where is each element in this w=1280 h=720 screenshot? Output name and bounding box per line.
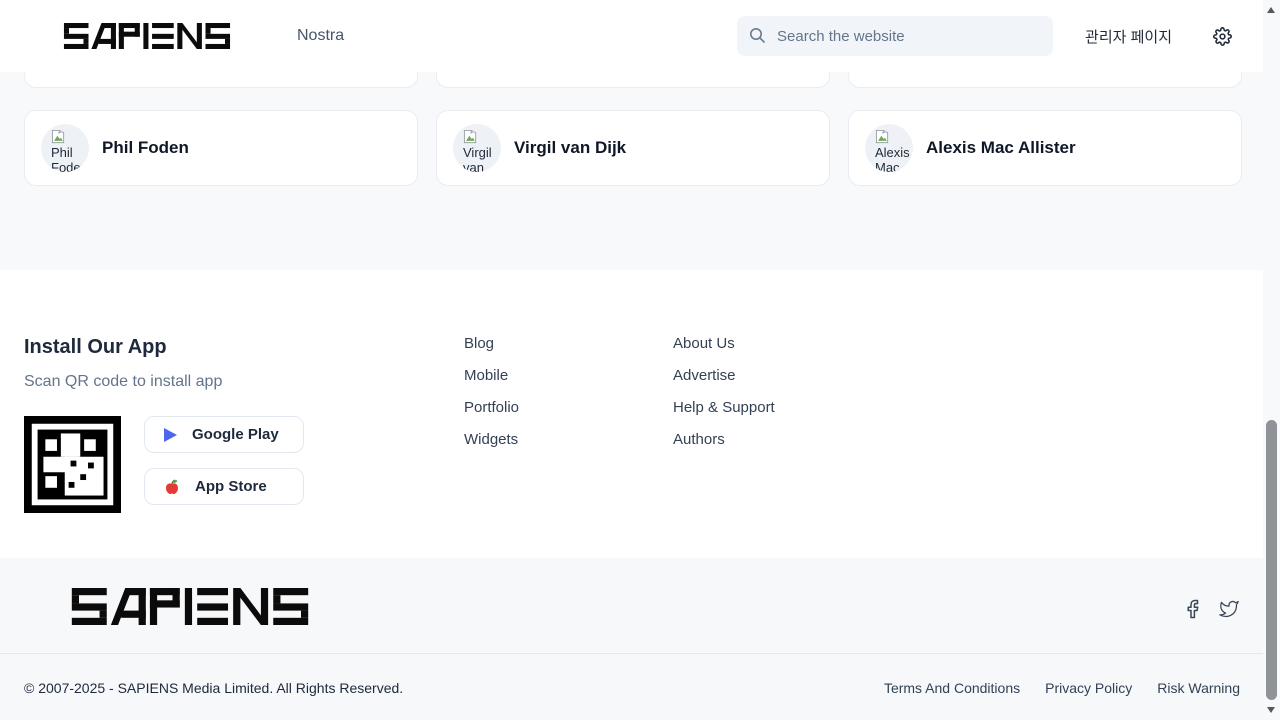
search-box	[737, 16, 1053, 56]
footer-link-widgets[interactable]: Widgets	[464, 432, 649, 448]
twitter-button[interactable]	[1218, 599, 1240, 619]
settings-button[interactable]	[1213, 27, 1232, 46]
install-app-subtitle: Scan QR code to install app	[24, 373, 440, 391]
player-card-phil-foden[interactable]: Phil Foden Phil Foden	[24, 110, 418, 186]
avatar: Virgil van Dijk	[453, 124, 501, 172]
copyright-text: © 2007-2025 - SAPIENS Media Limited. All…	[24, 680, 403, 696]
privacy-policy-link[interactable]: Privacy Policy	[1045, 680, 1132, 696]
avatar: Phil Foden	[41, 124, 89, 172]
facebook-icon	[1183, 599, 1201, 619]
gear-icon	[1213, 27, 1232, 46]
install-app-block: Install Our App Scan QR code to install …	[24, 336, 440, 558]
scrollbar[interactable]	[1263, 0, 1280, 720]
footer-link-advertise[interactable]: Advertise	[673, 368, 858, 384]
player-name: Phil Foden	[102, 138, 189, 158]
avatar-alt-text: Phil Foden	[51, 145, 88, 172]
player-card-alexis-mac-allister[interactable]: Alexis Mac Allister Alexis Mac Allister	[848, 110, 1242, 186]
scroll-up-arrow[interactable]	[1267, 7, 1275, 13]
play-triangle-icon	[164, 428, 177, 442]
footer-upper: Install Our App Scan QR code to install …	[0, 270, 1280, 558]
footer-link-blog[interactable]: Blog	[464, 336, 649, 352]
navbar-logo[interactable]	[24, 23, 270, 49]
footer-links-column-2: About Us Advertise Help & Support Author…	[673, 336, 858, 558]
broken-image-icon	[463, 129, 478, 144]
sapiens-logo-icon	[24, 23, 270, 49]
terms-and-conditions-link[interactable]: Terms And Conditions	[884, 680, 1020, 696]
store-btn-label: Google Play	[192, 426, 279, 443]
avatar-alt-text: Alexis Mac Allister	[875, 145, 913, 172]
twitter-icon	[1218, 599, 1240, 619]
footer-link-mobile[interactable]: Mobile	[464, 368, 649, 384]
footer-link-portfolio[interactable]: Portfolio	[464, 400, 649, 416]
player-name: Alexis Mac Allister	[926, 138, 1076, 158]
apple-icon	[164, 478, 180, 495]
players-section: Phil Foden Phil Foden Virgil van Dijk Vi…	[0, 72, 1280, 270]
clipped-card[interactable]	[24, 72, 418, 88]
footer-logo[interactable]	[24, 588, 356, 630]
footer-link-help-support[interactable]: Help & Support	[673, 400, 858, 416]
copyright-bar: © 2007-2025 - SAPIENS Media Limited. All…	[0, 653, 1280, 696]
store-btn-label: App Store	[195, 478, 267, 495]
app-store-button[interactable]: App Store	[144, 468, 304, 505]
player-card-row: Phil Foden Phil Foden Virgil van Dijk Vi…	[24, 110, 1242, 186]
footer-link-authors[interactable]: Authors	[673, 432, 858, 448]
risk-warning-link[interactable]: Risk Warning	[1157, 680, 1240, 696]
sapiens-logo-icon	[24, 588, 356, 625]
clipped-card-row	[24, 72, 1242, 88]
google-play-button[interactable]: Google Play	[144, 416, 304, 453]
install-app-title: Install Our App	[24, 336, 440, 359]
facebook-button[interactable]	[1183, 599, 1201, 619]
scroll-thumb[interactable]	[1266, 420, 1277, 700]
clipped-card[interactable]	[436, 72, 830, 88]
legal-links: Terms And Conditions Privacy Policy Risk…	[884, 680, 1240, 696]
avatar-alt-text: Virgil van Dijk	[463, 145, 492, 172]
avatar: Alexis Mac Allister	[865, 124, 913, 172]
clipped-card[interactable]	[848, 72, 1242, 88]
broken-image-icon	[875, 129, 890, 144]
search-input[interactable]	[737, 16, 1053, 56]
footer-link-about-us[interactable]: About Us	[673, 336, 858, 352]
admin-page-link[interactable]: 관리자 페이지	[1085, 26, 1172, 47]
footer-links-column-1: Blog Mobile Portfolio Widgets	[464, 336, 649, 558]
search-icon	[749, 27, 766, 44]
qr-code	[24, 416, 121, 513]
player-card-virgil-van-dijk[interactable]: Virgil van Dijk Virgil van Dijk	[436, 110, 830, 186]
broken-image-icon	[51, 129, 66, 144]
scroll-down-arrow[interactable]	[1267, 707, 1275, 713]
footer-lower: © 2007-2025 - SAPIENS Media Limited. All…	[0, 558, 1280, 720]
player-name: Virgil van Dijk	[514, 138, 626, 158]
brand-subtitle: Nostra	[297, 27, 344, 45]
navbar: Nostra 관리자 페이지	[0, 0, 1280, 72]
